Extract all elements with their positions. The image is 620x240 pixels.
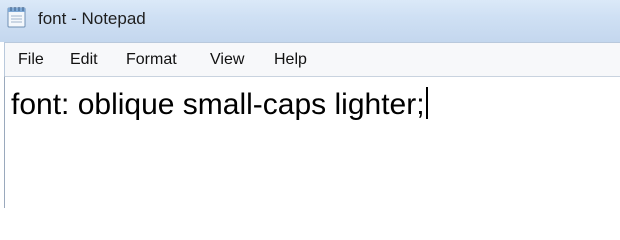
notepad-icon bbox=[7, 7, 26, 28]
editor-content: font: oblique small-caps lighter; bbox=[11, 88, 425, 121]
menu-help[interactable]: Help bbox=[274, 43, 307, 76]
menu-file[interactable]: File bbox=[18, 43, 44, 76]
menu-format[interactable]: Format bbox=[126, 43, 177, 76]
text-caret bbox=[425, 87, 428, 119]
menu-bar: File Edit Format View Help bbox=[4, 42, 620, 76]
text-editor[interactable]: font: oblique small-caps lighter; bbox=[4, 76, 620, 208]
menu-edit[interactable]: Edit bbox=[70, 43, 98, 76]
editor-text-line: font: oblique small-caps lighter; bbox=[11, 87, 428, 123]
title-bar[interactable]: font - Notepad bbox=[0, 0, 620, 42]
window-title: font - Notepad bbox=[38, 9, 146, 28]
menu-view[interactable]: View bbox=[210, 43, 244, 76]
